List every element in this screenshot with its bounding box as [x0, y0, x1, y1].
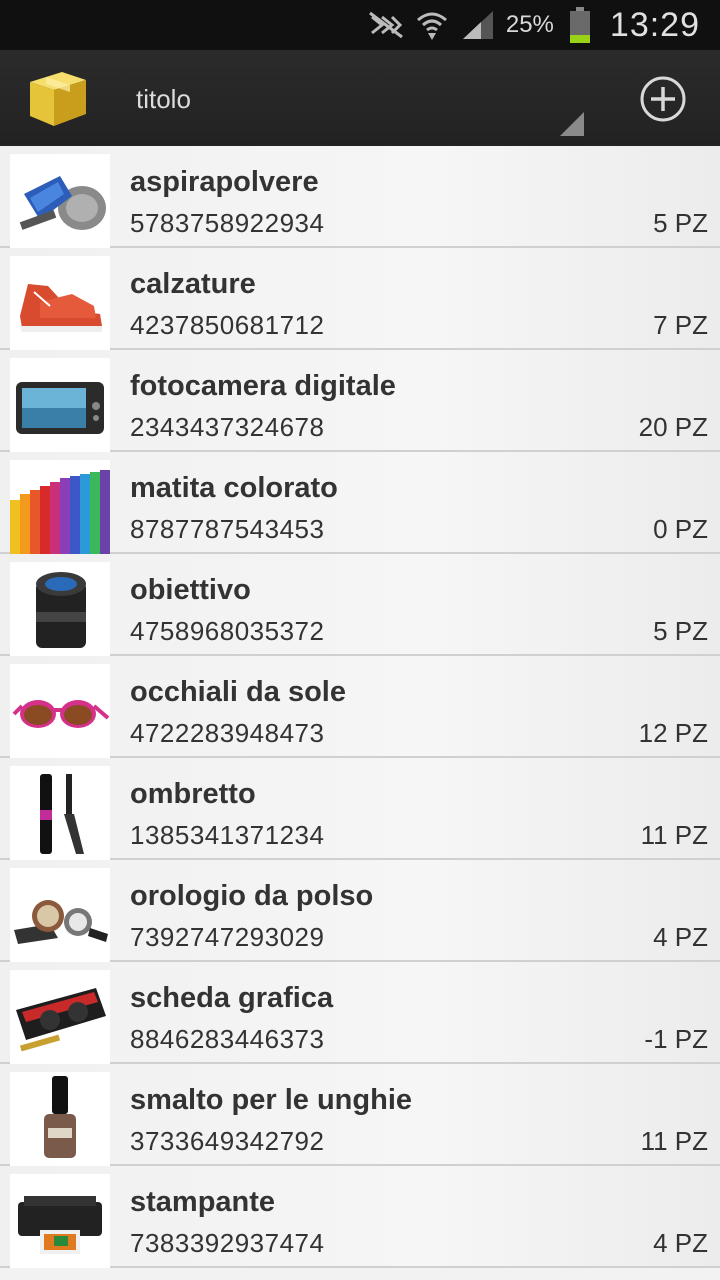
item-quantity: 11 PZ — [640, 820, 708, 850]
item-quantity: 4 PZ — [653, 1228, 708, 1258]
clock: 13:29 — [609, 5, 700, 44]
item-code: 4758968035372 — [130, 616, 325, 646]
list-item[interactable]: smalto per le unghie 3733649342792 11 PZ — [0, 1064, 720, 1166]
list-item[interactable]: ombretto 1385341371234 11 PZ — [0, 758, 720, 860]
list-item[interactable]: obiettivo 4758968035372 5 PZ — [0, 554, 720, 656]
battery-icon — [560, 5, 600, 45]
spinner-caret-icon — [560, 112, 584, 136]
product-list: aspirapolvere 5783758922934 5 PZ calzatu… — [0, 146, 720, 1268]
sneakers-image — [10, 256, 110, 350]
list-item[interactable]: occhiali da sole 4722283948473 12 PZ — [0, 656, 720, 758]
item-name: matita colorato — [130, 472, 338, 504]
item-quantity: 11 PZ — [640, 1126, 708, 1156]
colored-pencils-image — [10, 460, 110, 554]
item-name: orologio da polso — [130, 880, 374, 912]
item-quantity: -1 PZ — [644, 1024, 708, 1054]
item-name: smalto per le unghie — [130, 1084, 412, 1116]
item-quantity: 20 PZ — [638, 412, 708, 442]
graphics-card-image — [10, 970, 110, 1064]
item-name: scheda grafica — [130, 982, 334, 1014]
status-bar: 25% 13:29 — [0, 0, 720, 50]
item-code: 1385341371234 — [130, 820, 325, 850]
item-code: 7383392937474 — [130, 1228, 325, 1258]
item-code: 7392747293029 — [130, 922, 325, 952]
item-code: 4237850681712 — [130, 310, 325, 340]
action-bar: titolo — [0, 50, 720, 148]
item-code: 5783758922934 — [130, 208, 325, 238]
item-code: 2343437324678 — [130, 412, 325, 442]
item-name: calzature — [130, 268, 256, 300]
lens-image — [10, 562, 110, 656]
watch-image — [10, 868, 110, 962]
item-code: 3733649342792 — [130, 1126, 325, 1156]
list-item[interactable]: aspirapolvere 5783758922934 5 PZ — [0, 146, 720, 248]
list-item[interactable]: fotocamera digitale 2343437324678 20 PZ — [0, 350, 720, 452]
item-code: 8846283446373 — [130, 1024, 325, 1054]
item-quantity: 7 PZ — [653, 310, 708, 340]
box-logo-icon[interactable] — [24, 64, 90, 130]
item-name: obiettivo — [130, 574, 251, 606]
item-quantity: 4 PZ — [653, 922, 708, 952]
item-quantity: 12 PZ — [638, 718, 708, 748]
signal-icon — [458, 5, 498, 45]
title-spinner[interactable]: titolo — [110, 50, 590, 146]
list-item[interactable]: stampante 7383392937474 4 PZ — [0, 1166, 720, 1268]
add-circle-icon[interactable] — [638, 74, 688, 124]
wifi-icon — [412, 5, 452, 45]
mascara-image — [10, 766, 110, 860]
item-name: occhiali da sole — [130, 676, 346, 708]
item-code: 8787787543453 — [130, 514, 325, 544]
spinner-label: titolo — [136, 84, 191, 114]
battery-percent: 25% — [505, 11, 554, 38]
item-name: ombretto — [130, 778, 256, 810]
item-quantity: 5 PZ — [653, 208, 708, 238]
sunglasses-image — [10, 664, 110, 758]
list-item[interactable]: orologio da polso 7392747293029 4 PZ — [0, 860, 720, 962]
item-quantity: 0 PZ — [653, 514, 708, 544]
camera-image — [10, 358, 110, 452]
printer-image — [10, 1174, 110, 1268]
item-quantity: 5 PZ — [653, 616, 708, 646]
list-item[interactable]: calzature 4237850681712 7 PZ — [0, 248, 720, 350]
vacuum-cleaner-image — [10, 154, 110, 248]
item-name: fotocamera digitale — [130, 370, 396, 402]
item-code: 4722283948473 — [130, 718, 325, 748]
nfc-off-icon — [366, 5, 406, 45]
item-name: aspirapolvere — [130, 166, 319, 198]
nail-polish-image — [10, 1072, 110, 1166]
list-item[interactable]: scheda grafica 8846283446373 -1 PZ — [0, 962, 720, 1064]
list-item[interactable]: matita colorato 8787787543453 0 PZ — [0, 452, 720, 554]
item-name: stampante — [130, 1186, 276, 1218]
